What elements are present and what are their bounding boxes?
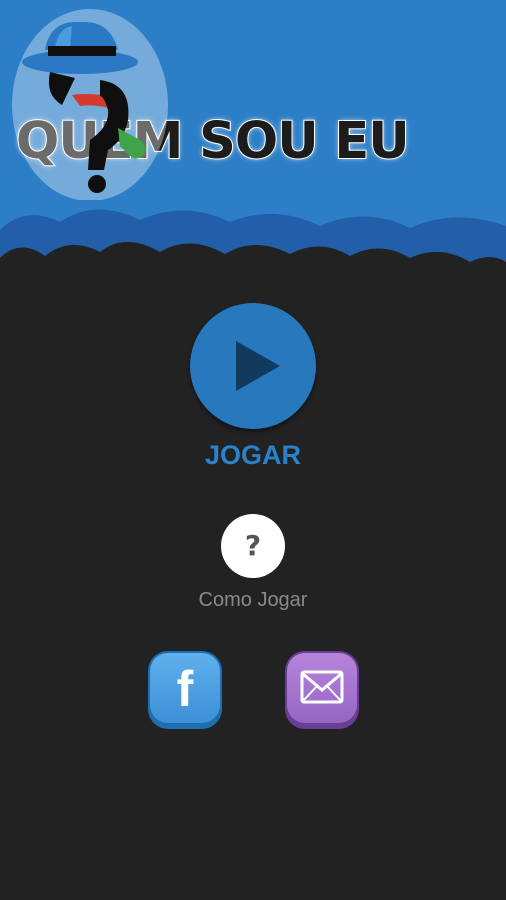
play-icon bbox=[236, 341, 280, 391]
mail-button[interactable] bbox=[285, 651, 359, 729]
how-to-play-button[interactable]: ? bbox=[221, 514, 285, 578]
header-banner: QUEM SOU EU bbox=[0, 0, 506, 300]
play-label[interactable]: JOGAR bbox=[0, 440, 506, 471]
facebook-icon: f bbox=[150, 653, 220, 723]
play-button[interactable] bbox=[190, 303, 316, 429]
how-to-play-label[interactable]: Como Jogar bbox=[0, 589, 506, 612]
mail-icon-background bbox=[287, 653, 357, 723]
detective-mascot-icon bbox=[12, 9, 168, 200]
facebook-glyph: f bbox=[176, 661, 194, 717]
question-icon: ? bbox=[244, 529, 262, 562]
facebook-button[interactable]: f bbox=[148, 651, 222, 729]
mail-icon bbox=[300, 670, 344, 704]
